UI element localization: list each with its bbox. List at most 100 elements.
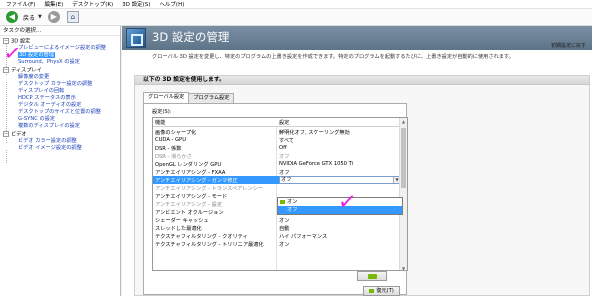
row-feature: DSR - 滑らかさ [155,154,192,160]
row-value: NVIDIA GeForce GTX 1050 Ti [279,161,354,167]
toolbar: ◀ 戻る ▼ ▶ ⌂ [0,9,592,26]
tree-connector [6,150,7,164]
nvidia-logo-icon [367,273,377,279]
scroll-down-icon[interactable]: ▼ [400,265,407,270]
nvidia-default-icon [280,199,285,204]
option-label: オフ [287,207,298,213]
restore-defaults-link[interactable]: 初期設定に戻す [551,42,586,49]
row-feature: アンチエイリアシング - トランスペアレンシー [155,186,264,192]
row-value: ハイ パフォーマンス [279,234,328,240]
tree-category-label: ビデオ [11,131,27,138]
pink-checkmark-annotation: ✓ [2,39,23,67]
grid-header: 機能 設定 [153,118,401,127]
sidebar-item-preview-image[interactable]: プレビューによるイメージ設定の調整 [18,45,106,52]
restore-button-label: 復元(T) [376,288,394,294]
row-value: Off [279,145,287,151]
sidebar-item-label: 3D 設定の管理 [18,52,55,58]
menu-bar: ファイル(F) 編集(E) デスクトップ(K) 3D 設定(S) ヘルプ(H) [0,0,592,9]
page-description: グローバル 3D 設定を変更し、特定のプログラムの上書き設定を作成できます。特定… [152,54,514,60]
row-feature: アンチエイリアシング - 設定 [155,202,223,208]
tab-bar: グローバル設定 プログラム設定 [143,92,235,103]
table-row[interactable]: アンチエイリアシング - FXAA オフ [153,168,401,176]
dropdown-value: オフ [281,177,292,183]
row-value: すべて [279,138,294,144]
sidebar-item-video-color[interactable]: ビデオ カラー設定の調整 [18,138,77,145]
row-feature: DSR - 係数 [155,146,182,152]
menu-edit[interactable]: 編集(E) [44,0,63,8]
settings-grid: 機能 設定 画像のシャープ化 鮮明化オフ, スケーリング無効 CUDA - GP… [152,117,408,271]
table-row[interactable]: テクスチャフィルタリング - トリリニア最適化 オン [153,240,401,248]
forward-icon[interactable]: ▶ [47,11,60,23]
sidebar-item-surround-physx[interactable]: Surround、PhysX の設定 [18,59,80,66]
back-icon[interactable]: ◀ [6,11,18,23]
collapse-icon[interactable]: − [3,67,9,73]
settings-scrollbar[interactable]: ▲ ▼ [399,118,407,270]
row-value: オン [279,242,290,248]
sidebar-item-desktop-color[interactable]: デスクトップ カラー設定の調整 [18,81,92,88]
pink-checkmark-annotation: ✓ [336,189,358,216]
tab-global-settings[interactable]: グローバル設定 [143,92,190,103]
row-feature: アンチエイリアシング - FXAA [155,170,226,176]
row-feature: シェーダー キャッシュ [155,218,209,224]
settings-label: 設定(S): [152,109,172,115]
sidebar-item-gsync[interactable]: G-SYNC の設定 [18,116,55,123]
row-value: オン [279,218,290,224]
sidebar-item-video-image[interactable]: ビデオ イメージ設定の調整 [18,145,82,152]
table-row[interactable]: DSR - 係数 Off [153,144,401,152]
table-row[interactable]: OpenGL レンダリング GPU NVIDIA GeForce GTX 105… [153,160,401,168]
sidebar-item-desktop-size[interactable]: デスクトップのサイズと位置の調整 [18,109,101,116]
row-feature: アンビエント オクルージョン [155,210,224,216]
row-feature: テクスチャフィルタリング - トリリニア最適化 [155,242,264,248]
3d-settings-icon [126,28,146,48]
scrollbar-thumb[interactable] [401,128,406,188]
col-header-feature[interactable]: 機能 [155,119,165,126]
page-banner: 3D 設定の管理 初期設定に戻す [122,26,592,50]
collapse-icon[interactable]: − [3,131,9,137]
scroll-up-icon[interactable]: ▲ [400,118,407,125]
option-label: オン [287,199,298,205]
home-icon[interactable]: ⌂ [66,11,79,23]
row-value: 自動 [279,226,290,232]
restore-button[interactable]: 復元(T) [363,286,400,296]
sidebar-item-multi-display[interactable]: 複数のディスプレイの設定 [18,123,80,130]
main-content: 3D 設定の管理 初期設定に戻す グローバル 3D 設定を変更し、特定のプログラ… [122,26,592,296]
task-sidebar: タスクの選択... −3D 設定 プレビューによるイメージ設定の調整 3D 設定… [0,26,121,296]
row-feature: OpenGL レンダリング GPU [155,162,222,168]
chevron-down-icon[interactable]: ▼ [38,14,42,20]
table-row[interactable]: アンチエイリアシング - トランスペアレンシー [153,184,401,192]
table-row[interactable]: スレッドした最適化 自動 [153,224,401,232]
table-row[interactable]: シェーダー キャッシュ オン [153,216,401,224]
table-row-selected[interactable]: アンチエイリアシング - ガンマ修正 オフ ▼ [153,176,401,184]
row-feature: アンチエイリアシング - ガンマ修正 [155,178,238,184]
tree-category-video[interactable]: − ビデオ [3,131,27,138]
table-row[interactable]: テクスチャフィルタリング - クオリティ ハイ パフォーマンス [153,232,401,240]
sidebar-item-manage-3d[interactable]: 3D 設定の管理 [18,52,55,59]
col-header-setting[interactable]: 設定 [279,119,289,126]
row-feature: アンチエイリアシング - モード [155,194,228,200]
gamma-correction-dropdown[interactable]: オフ ▼ [279,176,401,184]
nvidia-logo-button[interactable] [357,271,387,281]
sidebar-item-rotate-display[interactable]: ディスプレイの回転 [18,88,64,95]
sidebar-item-hdcp-status[interactable]: HDCP ステータスの表示 [18,95,76,102]
page-title: 3D 設定の管理 [152,30,230,44]
menu-help[interactable]: ヘルプ(H) [159,0,184,8]
sidebar-item-digital-audio[interactable]: デジタル オーディオの設定 [18,102,81,109]
tree-category-display[interactable]: − ディスプレイ [3,67,42,74]
row-feature: CUDA - GPU [155,137,186,143]
nvidia-logo-icon [369,288,375,293]
back-button-label[interactable]: 戻る [23,13,35,22]
tree-category-label: ディスプレイ [11,67,42,74]
tab-program-settings[interactable]: プログラム設定 [188,93,235,103]
row-value: 鮮明化オフ, スケーリング無効 [279,130,350,136]
menu-desktop[interactable]: デスクトップ(K) [72,0,113,8]
settings-panel: 以下の 3D 設定を使用します。 グローバル設定 プログラム設定 設定(S): … [134,75,590,296]
row-feature: 画像のシャープ化 [155,130,197,136]
table-row[interactable]: CUDA - GPU すべて [153,136,401,144]
sidebar-item-resolution[interactable]: 解像度の変更 [18,74,49,81]
panel-header: 以下の 3D 設定を使用します。 [135,76,589,85]
menu-3d-settings[interactable]: 3D 設定(S) [122,0,150,8]
menu-file[interactable]: ファイル(F) [6,0,35,8]
row-feature: テクスチャフィルタリング - クオリティ [155,234,248,240]
table-row[interactable]: DSR - 滑らかさ オフ [153,152,401,160]
table-row[interactable]: 画像のシャープ化 鮮明化オフ, スケーリング無効 [153,128,401,136]
